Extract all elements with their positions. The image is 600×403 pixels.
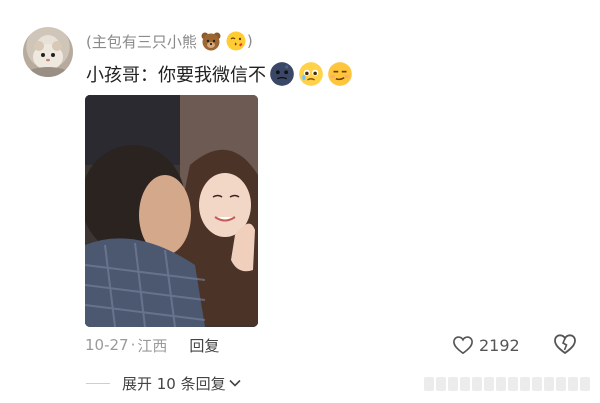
expand-replies-button[interactable]: 展开 10 条回复 xyxy=(86,372,241,394)
like-count: 2192 xyxy=(479,335,520,355)
comment-author-line[interactable]: (主包有三只小熊 ) xyxy=(86,30,253,52)
comment-text-line: 小孩哥：你要我微信不 xyxy=(86,62,353,86)
heart-icon xyxy=(453,336,473,355)
smirk-emoji-icon xyxy=(328,62,352,86)
comment-text: 小孩哥：你要我微信不 xyxy=(86,65,266,86)
chevron-down-icon xyxy=(229,379,241,387)
avatar[interactable] xyxy=(23,27,73,77)
comment-date: 10-27 xyxy=(85,336,129,354)
author-name[interactable]: (主包有三只小熊 xyxy=(86,31,197,52)
comment-location: 江西 xyxy=(137,336,168,355)
expand-replies-label: 展开 10 条回复 xyxy=(122,374,226,393)
author-line-end: ) xyxy=(246,32,253,50)
comment-meta: 10-27 · 江西 回复 xyxy=(85,334,219,356)
reply-button[interactable]: 回复 xyxy=(189,335,219,356)
bear-emoji-icon xyxy=(201,32,221,51)
meta-separator: · xyxy=(130,336,136,354)
like-button[interactable]: 2192 xyxy=(452,333,520,357)
broken-heart-icon xyxy=(554,334,576,355)
hamster-avatar-image xyxy=(28,41,68,77)
photo-content-image xyxy=(85,95,258,327)
divider-line xyxy=(86,382,110,384)
kiss-emoji-icon xyxy=(226,31,246,51)
dislike-button[interactable] xyxy=(553,333,577,357)
watermark xyxy=(424,377,594,395)
pleading-emoji-icon xyxy=(299,62,323,86)
comment-photo[interactable] xyxy=(85,95,258,327)
moon-face-emoji-icon xyxy=(270,62,294,86)
